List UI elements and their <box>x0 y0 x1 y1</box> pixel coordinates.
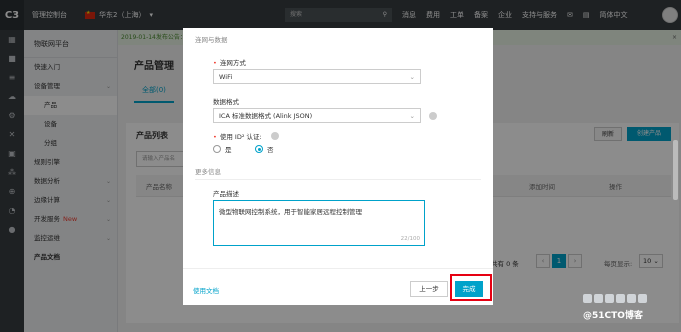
id2-no-radio[interactable]: 否 <box>255 144 274 154</box>
highlight-box <box>450 274 492 301</box>
watermark: @51CTO博客 <box>583 311 643 321</box>
data-format-value: ICA 标准数据格式 (Alink JSON) <box>219 112 313 120</box>
conn-method-label: • 连网方式 <box>213 59 246 67</box>
desc-value: 微型物联网控制系统，用于智能家居远程控制管理 <box>219 208 362 216</box>
help-icon[interactable] <box>429 112 437 120</box>
id2-yes-radio[interactable]: 是 <box>213 144 232 154</box>
tool-icon[interactable] <box>583 294 592 303</box>
section-network-data: 连网与数据 <box>195 36 228 44</box>
product-description-textarea[interactable]: 微型物联网控制系统，用于智能家居远程控制管理 22/100 <box>213 200 425 246</box>
chevron-down-icon: ⌄ <box>409 73 415 81</box>
conn-method-value: WiFi <box>219 73 233 81</box>
prev-step-button[interactable]: 上一步 <box>410 281 448 297</box>
tool-icon[interactable] <box>605 294 614 303</box>
chevron-down-icon: ⌄ <box>409 112 415 120</box>
data-format-label: 数据格式 <box>213 98 239 106</box>
radio-dot-selected <box>255 145 263 153</box>
tool-icon[interactable] <box>616 294 625 303</box>
create-product-dialog: 连网与数据 • 连网方式 WiFi ⌄ 数据格式 ICA 标准数据格式 (Alin… <box>183 28 493 305</box>
id2-auth-label: • 使用 ID² 认证: <box>213 133 262 141</box>
tool-icon[interactable] <box>594 294 603 303</box>
tool-icon[interactable] <box>638 294 647 303</box>
floating-toolbar <box>583 294 647 303</box>
char-count: 22/100 <box>400 236 420 242</box>
help-icon[interactable] <box>271 132 279 140</box>
conn-method-select[interactable]: WiFi ⌄ <box>213 69 421 84</box>
desc-label: 产品描述 <box>213 190 239 198</box>
doc-link[interactable]: 使用文档 <box>193 285 219 295</box>
dialog-footer: 使用文档 上一步 完成 <box>183 268 493 305</box>
section-more-info: 更多信息 <box>195 166 481 180</box>
tool-icon[interactable] <box>627 294 636 303</box>
data-format-select[interactable]: ICA 标准数据格式 (Alink JSON) ⌄ <box>213 108 421 123</box>
scrollbar[interactable] <box>673 140 678 200</box>
radio-dot <box>213 145 221 153</box>
